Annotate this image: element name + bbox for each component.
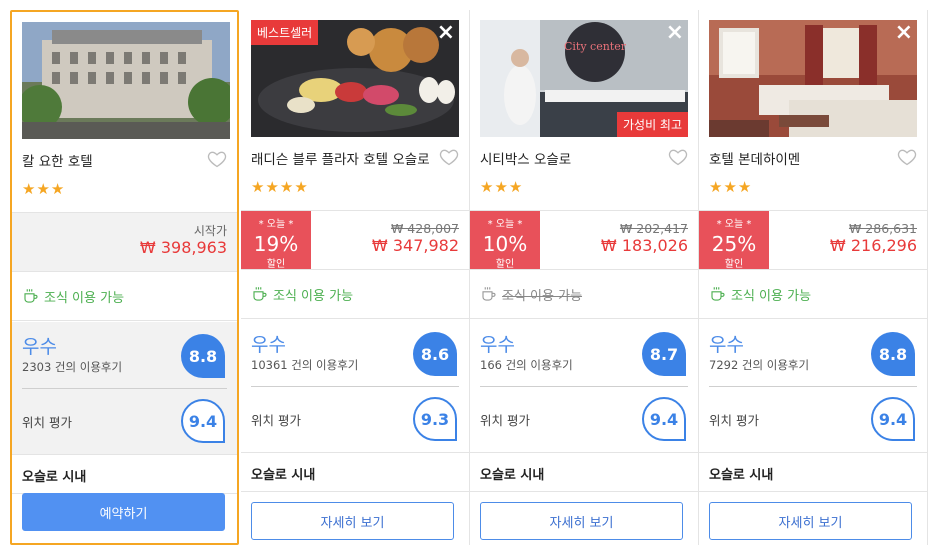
price-section: * 오늘 * 10% 할인 ₩ 202,417 ₩ 183,026 xyxy=(470,210,698,270)
price: ₩ 216,296 xyxy=(829,236,917,255)
review-count[interactable]: 10361 건의 이용후기 xyxy=(251,357,358,373)
original-price: ₩ 428,007 xyxy=(390,221,459,236)
review-section: 우수 166 건의 이용후기 8.7 위치 평가 9.4 xyxy=(470,320,698,452)
hotel-photo[interactable]: 베스트셀러 × xyxy=(251,20,459,137)
heart-icon[interactable] xyxy=(668,147,688,167)
star-rating: ★★★★ xyxy=(251,178,309,196)
price-section: 시작가 ₩ 398,963 xyxy=(12,212,237,272)
review-score-badge: 8.6 xyxy=(413,332,457,376)
discount-off-label: 할인 xyxy=(266,259,286,270)
rating-word: 우수 xyxy=(251,334,286,356)
star-rating: ★★★ xyxy=(22,180,66,198)
discount-badge: * 오늘 * 19% 할인 xyxy=(241,211,311,270)
hotel-photo[interactable]: × xyxy=(709,20,917,137)
divider xyxy=(22,388,227,389)
heart-icon[interactable] xyxy=(207,149,227,169)
divider xyxy=(709,386,917,387)
details-button[interactable]: 자세히 보기 xyxy=(709,502,912,540)
review-section: 우수 10361 건의 이용후기 8.6 위치 평가 9.3 xyxy=(241,320,469,452)
divider xyxy=(480,386,688,387)
location-score-badge: 9.4 xyxy=(871,397,915,441)
location-rating-label: 위치 평가 xyxy=(22,415,72,430)
hotel-photo[interactable]: City center × 가성비 최고 xyxy=(480,20,688,137)
bestseller-badge: 베스트셀러 xyxy=(251,20,319,45)
original-price: ₩ 202,417 xyxy=(619,221,688,236)
close-icon[interactable]: × xyxy=(895,22,913,44)
breakfast-info: 조식 이용 가능 xyxy=(470,270,698,319)
discount-off-label: 할인 xyxy=(724,259,744,270)
rating-word: 우수 xyxy=(480,334,515,356)
hotel-name[interactable]: 시티박스 오슬로 xyxy=(480,148,660,168)
discount-today-label: * 오늘 * xyxy=(716,219,752,230)
best-value-badge: 가성비 최고 xyxy=(616,112,688,137)
rating-word: 우수 xyxy=(22,336,57,358)
review-count[interactable]: 7292 건의 이용후기 xyxy=(709,357,809,373)
rating-word: 우수 xyxy=(709,334,744,356)
price-section: * 오늘 * 19% 할인 ₩ 428,007 ₩ 347,982 xyxy=(241,210,469,270)
price: ₩ 347,982 xyxy=(371,236,459,255)
breakfast-label: 조식 이용 가능 xyxy=(273,288,354,304)
original-price: ₩ 286,631 xyxy=(848,221,917,236)
review-score-badge: 8.7 xyxy=(642,332,686,376)
review-count[interactable]: 166 건의 이용후기 xyxy=(480,357,573,373)
coffee-cup-icon xyxy=(253,287,267,301)
star-rating: ★★★ xyxy=(709,178,753,196)
breakfast-label: 조식 이용 가능 xyxy=(44,290,125,306)
discount-percent: 19% xyxy=(253,232,299,256)
breakfast-info: 조식 이용 가능 xyxy=(12,272,237,321)
review-section: 우수 7292 건의 이용후기 8.8 위치 평가 9.4 xyxy=(699,320,927,452)
discount-today-label: * 오늘 * xyxy=(258,219,294,230)
hotel-name[interactable]: 호텔 본데하이멘 xyxy=(709,148,889,168)
hotel-card-2[interactable]: 베스트셀러 × 래디슨 블루 플라자 호텔 오슬로 ★★★★ * 오늘 * 19… xyxy=(241,10,470,545)
hotel-area: 오슬로 시내 xyxy=(12,454,237,494)
discount-percent: 25% xyxy=(711,232,757,256)
star-rating: ★★★ xyxy=(480,178,524,196)
location-score-badge: 9.4 xyxy=(642,397,686,441)
coffee-cup-icon xyxy=(482,287,496,301)
photo-sign-text: City center xyxy=(564,40,627,53)
heart-icon[interactable] xyxy=(897,147,917,167)
discount-off-label: 할인 xyxy=(495,259,515,270)
breakfast-label: 조식 이용 가능 xyxy=(502,288,583,304)
close-icon[interactable]: × xyxy=(666,22,684,44)
divider xyxy=(251,386,459,387)
price: ₩ 398,963 xyxy=(139,238,227,257)
hotel-area: 오슬로 시내 xyxy=(699,452,927,492)
location-rating-label: 위치 평가 xyxy=(251,413,301,428)
review-score-badge: 8.8 xyxy=(181,334,225,378)
hotel-area: 오슬로 시내 xyxy=(470,452,698,492)
review-count[interactable]: 2303 건의 이용후기 xyxy=(22,359,122,375)
review-score-badge: 8.8 xyxy=(871,332,915,376)
book-button[interactable]: 예약하기 xyxy=(22,493,225,531)
from-price-label: 시작가 xyxy=(193,224,227,238)
discount-badge: * 오늘 * 10% 할인 xyxy=(470,211,540,270)
heart-icon[interactable] xyxy=(439,147,459,167)
hotel-name[interactable]: 칼 요한 호텔 xyxy=(22,150,202,170)
details-button[interactable]: 자세히 보기 xyxy=(251,502,454,540)
price-section: * 오늘 * 25% 할인 ₩ 286,631 ₩ 216,296 xyxy=(699,210,927,270)
location-score-badge: 9.3 xyxy=(413,397,457,441)
location-score-badge: 9.4 xyxy=(181,399,225,443)
review-section: 우수 2303 건의 이용후기 8.8 위치 평가 9.4 xyxy=(12,322,237,454)
hotel-card-4[interactable]: × 호텔 본데하이멘 ★★★ * 오늘 * 25% 할인 ₩ 286,631 ₩… xyxy=(699,10,928,545)
breakfast-info: 조식 이용 가능 xyxy=(699,270,927,319)
close-icon[interactable]: × xyxy=(437,22,455,44)
coffee-cup-icon xyxy=(24,289,38,303)
breakfast-label: 조식 이용 가능 xyxy=(731,288,812,304)
location-rating-label: 위치 평가 xyxy=(480,413,530,428)
discount-percent: 10% xyxy=(482,232,528,256)
details-button[interactable]: 자세히 보기 xyxy=(480,502,683,540)
location-rating-label: 위치 평가 xyxy=(709,413,759,428)
discount-today-label: * 오늘 * xyxy=(487,219,523,230)
discount-badge: * 오늘 * 25% 할인 xyxy=(699,211,769,270)
hotel-card-3[interactable]: City center × 가성비 최고 시티박스 오슬로 ★★★ * 오늘 *… xyxy=(470,10,699,545)
hotel-name[interactable]: 래디슨 블루 플라자 호텔 오슬로 xyxy=(251,148,431,168)
hotel-photo[interactable] xyxy=(22,22,230,139)
price: ₩ 183,026 xyxy=(600,236,688,255)
hotel-card-1[interactable]: 칼 요한 호텔 ★★★ 시작가 ₩ 398,963 조식 이용 가능 우수 23… xyxy=(10,10,239,545)
breakfast-info: 조식 이용 가능 xyxy=(241,270,469,319)
hotel-area: 오슬로 시내 xyxy=(241,452,469,492)
coffee-cup-icon xyxy=(711,287,725,301)
